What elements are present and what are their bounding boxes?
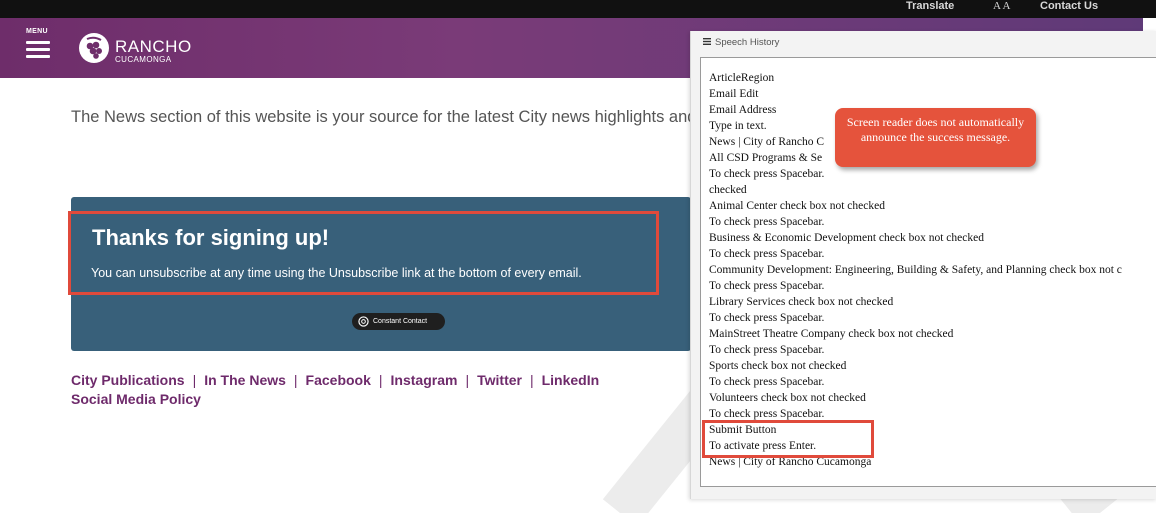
link-instagram[interactable]: Instagram (391, 372, 458, 388)
link-in-the-news[interactable]: In The News (204, 372, 286, 388)
constant-contact-label: Constant Contact (373, 318, 428, 325)
menu-label: MENU (26, 28, 48, 35)
log-line: News | City of Rancho C (709, 136, 825, 148)
log-line: Email Edit (709, 88, 759, 100)
log-line: ArticleRegion (709, 72, 775, 84)
translate-link[interactable]: Translate (906, 0, 954, 18)
log-line: Library Services check box not checked (709, 296, 894, 308)
constant-contact-badge[interactable]: Constant Contact (352, 313, 445, 330)
logo-title: RANCHO (115, 37, 192, 56)
link-twitter[interactable]: Twitter (477, 372, 522, 388)
log-line: Volunteers check box not checked (709, 392, 866, 404)
grapes-logo-icon (79, 33, 109, 63)
log-line: Community Development: Engineering, Buil… (709, 264, 1122, 276)
log-line: To check press Spacebar. (709, 344, 825, 356)
speech-history-title: Speech History (715, 37, 780, 48)
submit-button-highlight (702, 420, 874, 458)
hamburger-icon-bar (26, 55, 50, 58)
link-separator: | (465, 372, 470, 388)
link-facebook[interactable]: Facebook (306, 372, 371, 388)
log-line: Email Address (709, 104, 777, 116)
link-separator: | (529, 372, 534, 388)
city-logo[interactable]: RANCHO CUCAMONGA (78, 32, 218, 66)
log-line: All CSD Programs & Se (709, 152, 823, 164)
hamburger-icon-bar (26, 48, 50, 51)
log-line: To check press Spacebar. (709, 408, 825, 420)
hamburger-icon[interactable] (703, 38, 711, 45)
utility-bar: Translate A A Contact Us (0, 0, 1156, 18)
link-separator: | (378, 372, 383, 388)
link-social-media-policy[interactable]: Social Media Policy (71, 391, 201, 407)
hamburger-icon (26, 41, 50, 44)
text-size-toggle[interactable]: A A (993, 0, 1010, 18)
constant-contact-icon (358, 316, 369, 327)
intro-text: The News section of this website is your… (71, 108, 691, 126)
log-line: To check press Spacebar. (709, 376, 825, 388)
log-line: MainStreet Theatre Company check box not… (709, 328, 954, 340)
log-line: Type in text. (709, 120, 767, 132)
log-line: To check press Spacebar. (709, 168, 825, 180)
success-message: You can unsubscribe at any time using th… (91, 266, 582, 280)
menu-button[interactable]: MENU (26, 28, 56, 68)
speech-history-header: Speech History (703, 37, 779, 48)
log-line: To check press Spacebar. (709, 280, 825, 292)
log-line: To check press Spacebar. (709, 248, 825, 260)
logo-subtitle: CUCAMONGA (115, 55, 172, 64)
log-line: To check press Spacebar. (709, 312, 825, 324)
contact-us-link[interactable]: Contact Us (1040, 0, 1098, 18)
link-city-publications[interactable]: City Publications (71, 372, 185, 388)
link-separator: | (293, 372, 298, 388)
annotation-callout: Screen reader does not automatically ann… (835, 108, 1036, 167)
log-line: checked (709, 184, 747, 196)
log-line: Animal Center check box not checked (709, 200, 885, 212)
success-title: Thanks for signing up! (92, 225, 330, 250)
log-line: To check press Spacebar. (709, 216, 825, 228)
log-line: Sports check box not checked (709, 360, 847, 372)
log-line: Business & Economic Development check bo… (709, 232, 984, 244)
link-separator: | (192, 372, 197, 388)
